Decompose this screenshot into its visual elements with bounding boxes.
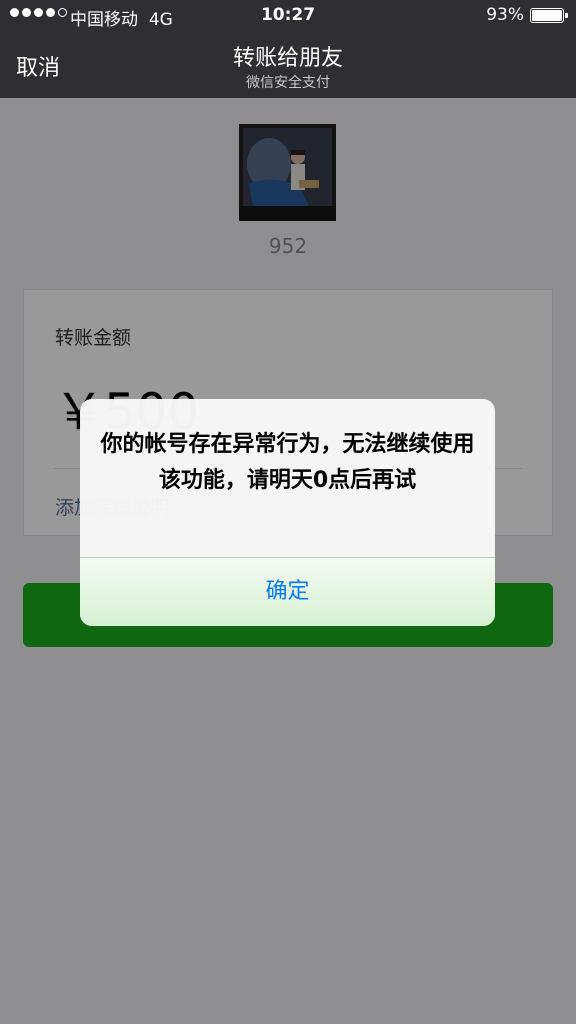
alert-message: 你的帐号存在异常行为，无法继续使用该功能，请明天0点后再试 (100, 432, 475, 493)
top-bar: 中国移动 4G 10:27 93% 取消 转账给朋友 微信安全支付 (0, 0, 576, 98)
alert-ok-button[interactable]: 确定 (80, 558, 495, 626)
battery-icon (530, 8, 568, 23)
alert-dialog: 你的帐号存在异常行为，无法继续使用该功能，请明天0点后再试 确定 (80, 399, 495, 626)
status-bar: 中国移动 4G 10:27 93% (0, 0, 576, 32)
battery-fill (532, 10, 562, 21)
battery-percent: 93% (486, 5, 524, 25)
page-subtitle: 微信安全支付 (246, 75, 330, 91)
page-title: 转账给朋友 (232, 46, 343, 71)
